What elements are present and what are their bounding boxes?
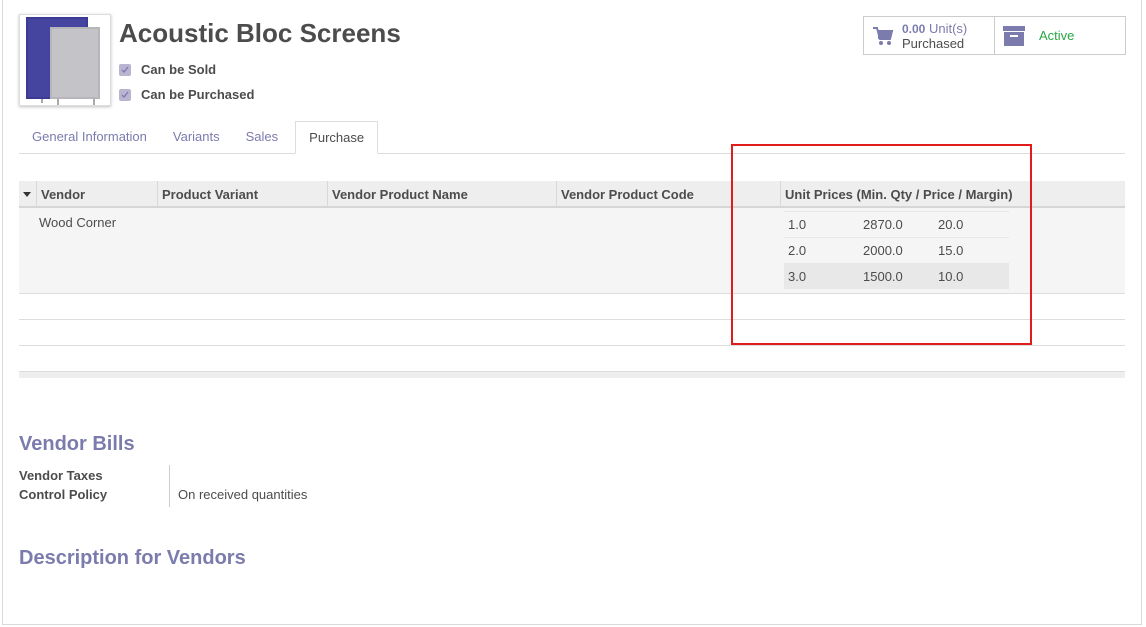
vendor-taxes-field[interactable] — [178, 466, 307, 485]
smart-buttons: 0.00 Unit(s) Purchased Active — [863, 16, 1126, 55]
vendor-cell: Wood Corner — [39, 215, 117, 230]
empty-table-row — [19, 346, 1125, 371]
tab-general-information[interactable]: General Information — [19, 121, 160, 153]
can-be-sold-checkbox[interactable]: Can be Sold — [119, 62, 216, 77]
cart-icon — [872, 26, 894, 46]
checkbox-checked-icon — [119, 88, 131, 101]
column-product-variant[interactable]: Product Variant — [158, 181, 328, 206]
vendor-bills-group: Vendor Taxes Control Policy On received … — [19, 465, 307, 507]
control-policy-label: Control Policy — [19, 487, 108, 502]
purchased-label: Purchased — [902, 35, 965, 51]
product-form-sheet: Acoustic Bloc Screens Can be Sold Can be… — [2, 0, 1142, 625]
purchased-unit: Unit(s) — [928, 20, 968, 36]
tab-sales[interactable]: Sales — [233, 121, 292, 153]
highlight-box — [731, 144, 1032, 345]
active-toggle-button[interactable]: Active — [995, 17, 1125, 54]
can-be-purchased-label: Can be Purchased — [141, 87, 255, 102]
tab-variants[interactable]: Variants — [160, 121, 233, 153]
sort-caret-icon[interactable] — [19, 181, 37, 206]
checkbox-checked-icon — [119, 63, 131, 76]
archive-icon — [1003, 25, 1025, 46]
column-vendor-product-name[interactable]: Vendor Product Name — [328, 181, 557, 206]
purchased-value: 0.00 — [902, 21, 926, 36]
vendor-taxes-label: Vendor Taxes — [19, 468, 103, 483]
active-label: Active — [1039, 28, 1075, 43]
vendor-bills-title: Vendor Bills — [19, 433, 135, 455]
control-policy-field[interactable]: On received quantities — [178, 485, 307, 504]
column-vendor[interactable]: Vendor — [37, 181, 158, 206]
tab-purchase[interactable]: Purchase — [295, 121, 379, 154]
can-be-sold-label: Can be Sold — [141, 62, 217, 77]
description-for-vendors-title: Description for Vendors — [19, 547, 246, 569]
can-be-purchased-checkbox[interactable]: Can be Purchased — [119, 87, 254, 102]
product-title[interactable]: Acoustic Bloc Screens — [119, 18, 401, 49]
product-image[interactable] — [19, 14, 111, 106]
purchased-smart-button[interactable]: 0.00 Unit(s) Purchased — [864, 17, 995, 54]
table-footer — [19, 371, 1125, 378]
